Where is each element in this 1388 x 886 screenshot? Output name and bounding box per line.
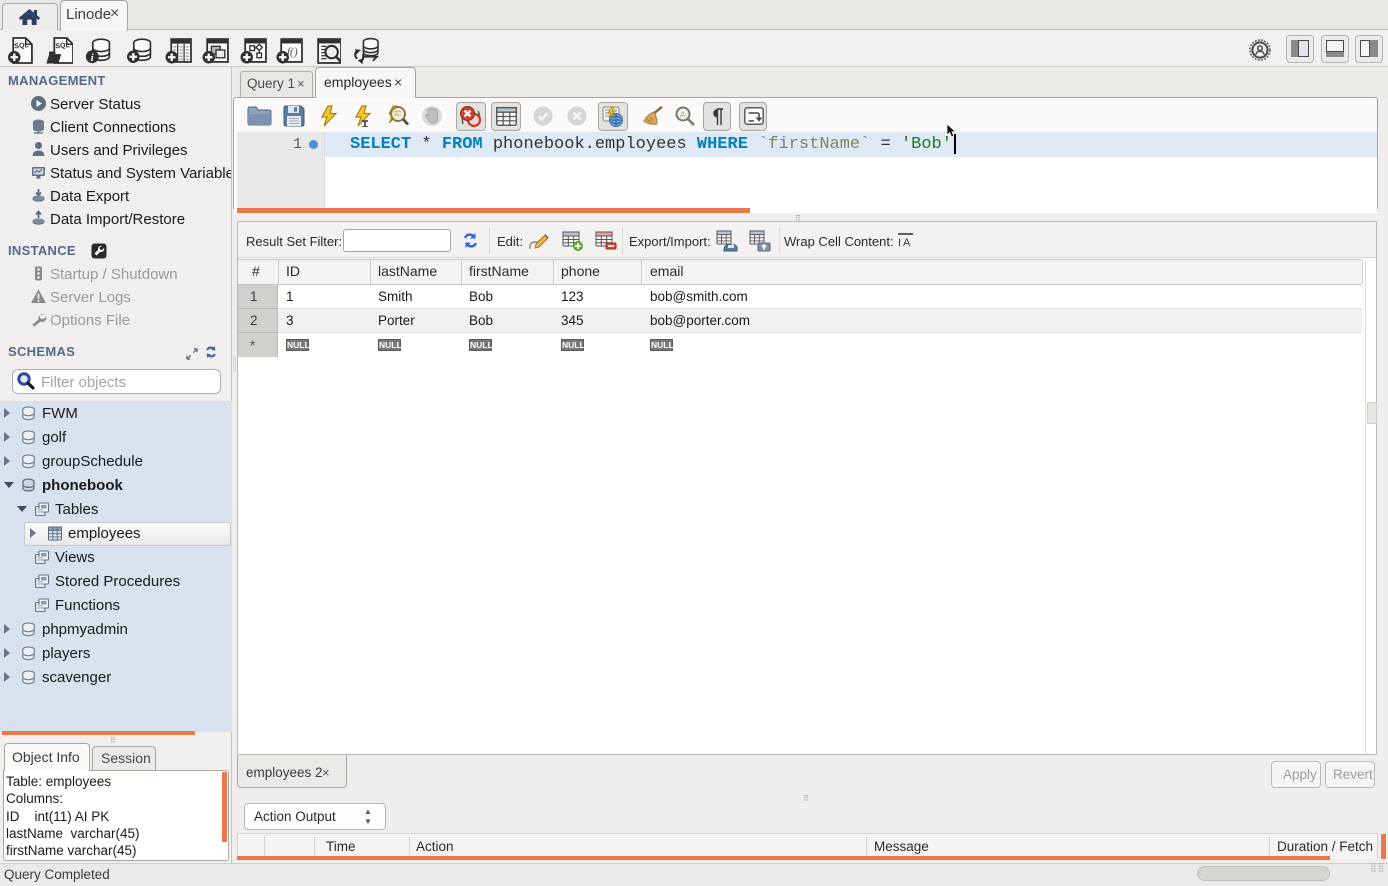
svg-text:I: I — [898, 237, 901, 249]
svg-text:SQL: SQL — [14, 42, 30, 50]
svg-text:i: i — [91, 52, 94, 64]
svg-text:SQL: SQL — [55, 42, 71, 50]
svg-text:A: A — [680, 111, 686, 120]
svg-text:A: A — [903, 237, 911, 249]
